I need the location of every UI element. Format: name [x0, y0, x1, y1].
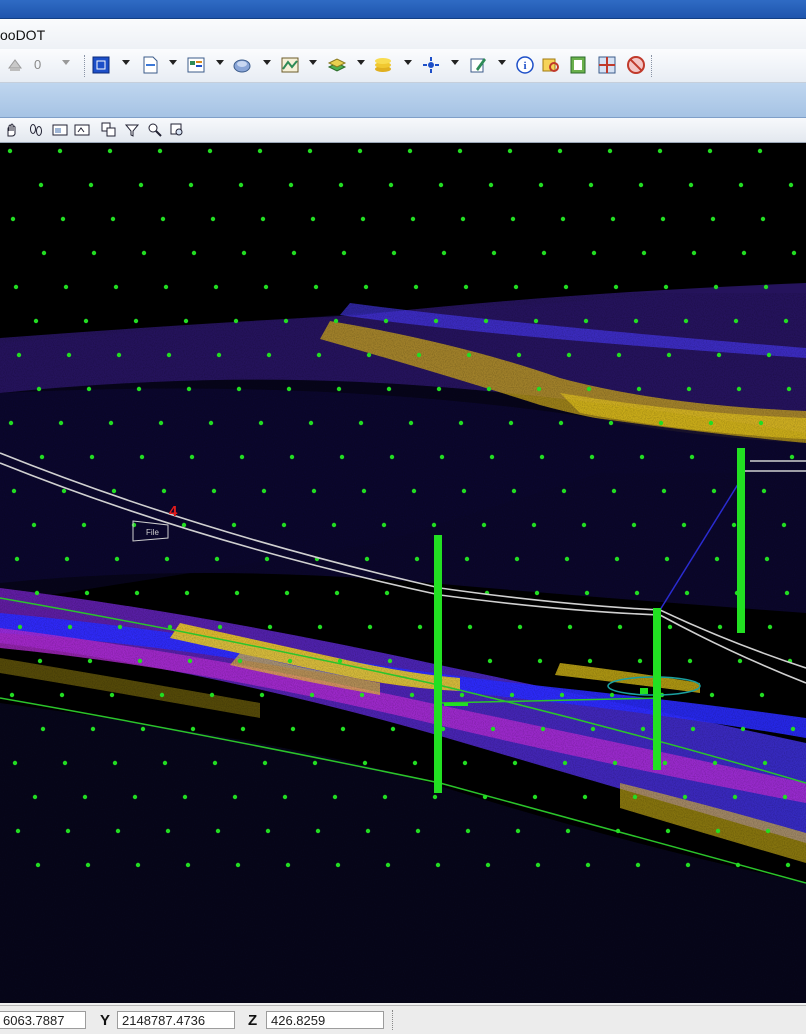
point-cloud-viewport[interactable]: 4 File	[0, 143, 806, 1003]
footsteps-icon[interactable]	[27, 121, 44, 138]
y-coordinate-label: Y	[100, 1012, 111, 1029]
z-coordinate-label: Z	[248, 1012, 258, 1029]
search-icon[interactable]	[540, 54, 562, 76]
view-toolbar	[0, 118, 806, 143]
utility-pole[interactable]	[737, 448, 745, 633]
export-icon[interactable]	[568, 54, 590, 76]
chevron-down-icon[interactable]	[122, 60, 130, 65]
chevron-down-icon[interactable]	[309, 60, 317, 65]
status-grip[interactable]	[392, 1010, 393, 1030]
properties-icon[interactable]	[185, 54, 207, 76]
chevron-down-icon[interactable]	[62, 60, 70, 65]
toolbar-grip[interactable]	[651, 55, 654, 77]
window-title-bar	[0, 0, 806, 19]
disabled-value: 0	[34, 57, 42, 72]
grid-icon[interactable]	[596, 54, 618, 76]
chevron-down-icon[interactable]	[263, 60, 271, 65]
file-tag-label: File	[146, 528, 159, 537]
edit-icon[interactable]	[467, 54, 489, 76]
chevron-down-icon[interactable]	[216, 60, 224, 65]
x-coordinate-field[interactable]: 6063.7887	[0, 1011, 86, 1029]
stack-icon[interactable]	[372, 54, 394, 76]
chevron-down-icon[interactable]	[404, 60, 412, 65]
chevron-down-icon[interactable]	[498, 60, 506, 65]
menu-item-toolbox[interactable]: ooDOT	[0, 27, 45, 43]
map-icon[interactable]	[279, 54, 301, 76]
view-window-icon[interactable]	[51, 121, 68, 138]
chevron-down-icon[interactable]	[357, 60, 365, 65]
layers-icon[interactable]	[326, 54, 348, 76]
settings-icon[interactable]	[168, 121, 185, 138]
new-document-icon[interactable]	[139, 54, 161, 76]
chevron-down-icon[interactable]	[169, 60, 177, 65]
pan-hand-icon[interactable]	[2, 121, 19, 138]
annotation-number: 4	[169, 503, 178, 520]
point-cloud-canvas[interactable]: 4 File	[0, 143, 806, 1003]
disable-icon[interactable]	[625, 54, 647, 76]
y-coordinate-field[interactable]: 2148787.4736	[117, 1011, 235, 1029]
globe-icon[interactable]	[231, 54, 253, 76]
box-view-icon[interactable]	[90, 54, 112, 76]
menu-bar: ooDOT	[0, 19, 806, 49]
info-icon[interactable]: i	[514, 54, 536, 76]
toolbar-grip[interactable]	[84, 55, 87, 77]
docked-panel-header	[0, 83, 806, 118]
copy-view-icon[interactable]	[100, 121, 117, 138]
utility-pole[interactable]	[434, 535, 442, 793]
utility-pole[interactable]	[653, 608, 661, 770]
main-toolbar: 0 i	[0, 49, 806, 83]
undo-icon[interactable]	[4, 54, 26, 76]
view-previous-icon[interactable]	[73, 121, 90, 138]
status-bar: 6063.7887 Y 2148787.4736 Z 426.8259	[0, 1005, 806, 1034]
z-coordinate-field[interactable]: 426.8259	[266, 1011, 384, 1029]
pick-icon[interactable]	[146, 121, 163, 138]
svg-text:i: i	[523, 60, 526, 72]
snap-icon[interactable]	[420, 54, 442, 76]
filter-icon[interactable]	[123, 121, 140, 138]
chevron-down-icon[interactable]	[451, 60, 459, 65]
